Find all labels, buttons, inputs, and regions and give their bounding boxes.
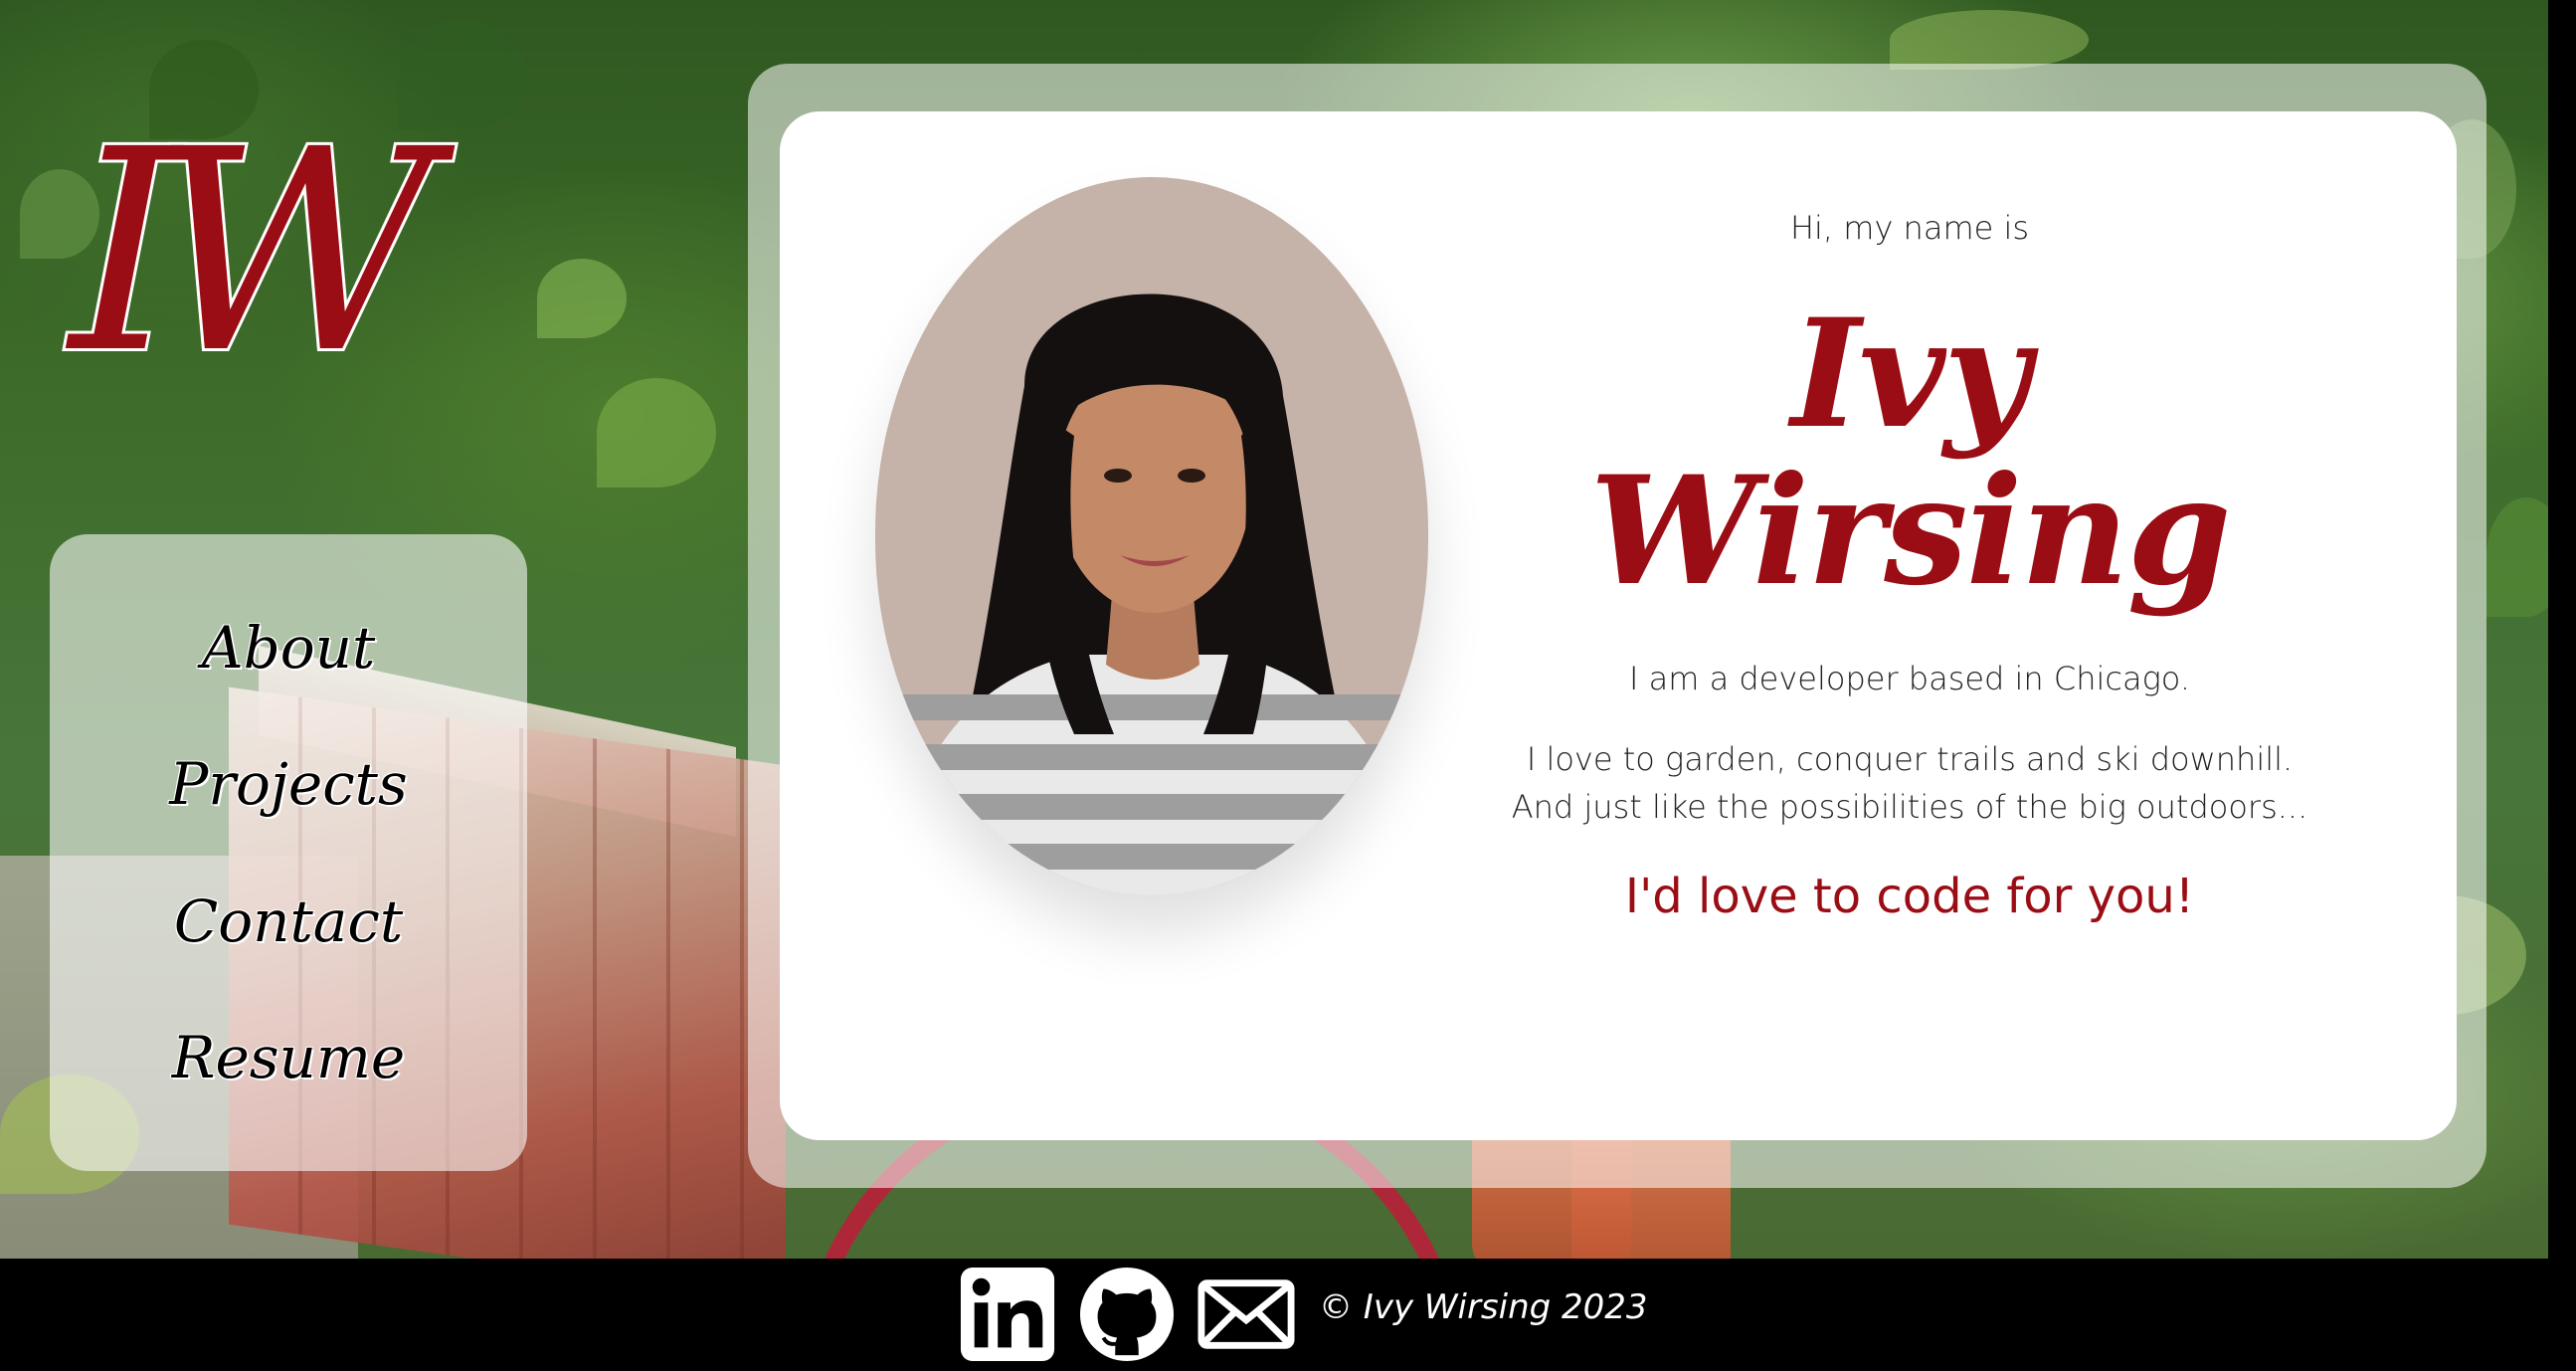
nav-link-resume[interactable]: Resume	[172, 1024, 405, 1091]
page: IW About Projects Contact Resume Hi, my …	[0, 0, 2576, 1371]
intro-section: Hi, my name is Ivy Wirsing I am a develo…	[1482, 179, 2337, 924]
github-icon[interactable]	[1078, 1266, 1176, 1363]
hero-name: Ivy Wirsing	[1589, 287, 2231, 619]
copyright-text: © Ivy Wirsing 2023	[1319, 1287, 1648, 1327]
intro-location-text: I am a developer based in Chicago.	[1629, 660, 2190, 697]
greeting-text: Hi, my name is	[1789, 209, 2030, 247]
intro-hobbies-text: I love to garden, conquer trails and ski…	[1511, 740, 2308, 826]
logo-monogram[interactable]: IW	[60, 88, 617, 418]
logo-monogram-text: IW	[66, 91, 460, 415]
nav-link-about[interactable]: About	[202, 614, 376, 682]
main-nav: About Projects Contact Resume	[50, 534, 527, 1171]
call-to-action-text: I'd love to code for you!	[1624, 869, 2195, 924]
email-icon[interactable]	[1197, 1266, 1295, 1363]
nav-link-contact[interactable]: Contact	[174, 887, 403, 955]
profile-photo	[875, 177, 1428, 895]
nav-link-projects[interactable]: Projects	[169, 750, 408, 818]
linkedin-icon[interactable]	[959, 1266, 1056, 1363]
